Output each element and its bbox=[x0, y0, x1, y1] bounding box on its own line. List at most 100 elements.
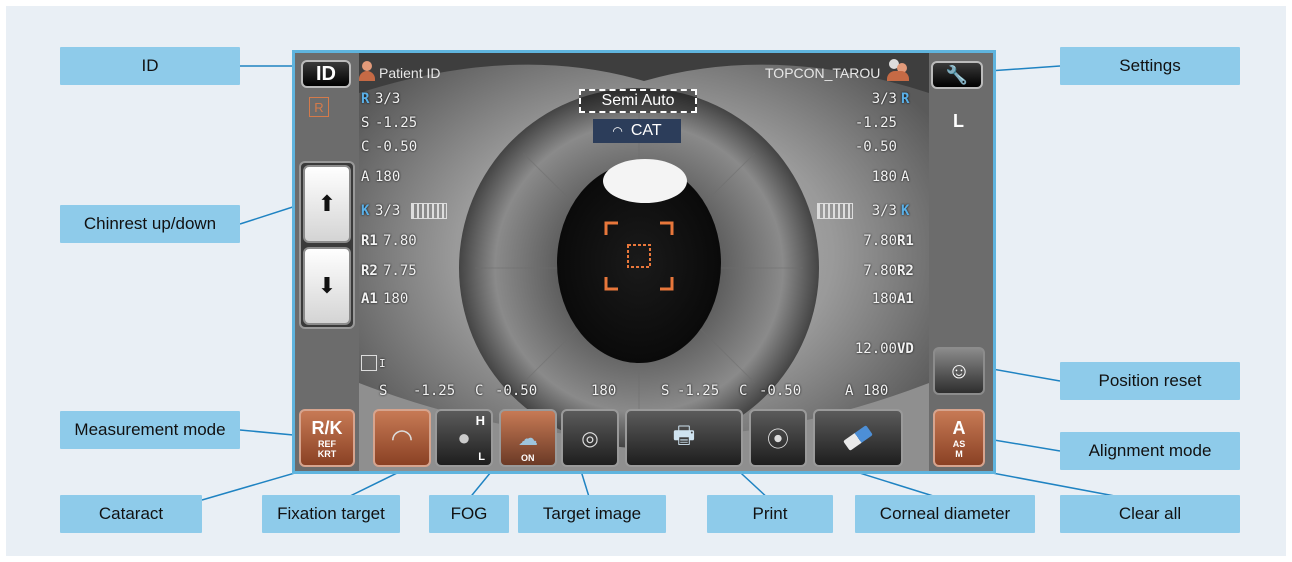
right-a-label: A bbox=[901, 169, 910, 185]
callout-corneal-diameter-label: Corneal diameter bbox=[879, 504, 1011, 523]
settings-button[interactable]: 🔧 bbox=[931, 61, 983, 89]
cataract-button[interactable]: ◠ bbox=[373, 409, 431, 467]
callout-print: Print bbox=[707, 495, 833, 533]
callout-print-label: Print bbox=[752, 504, 788, 523]
callout-measurement-mode-label: Measurement mode bbox=[74, 420, 226, 439]
callout-fixation-target: Fixation target bbox=[262, 495, 400, 533]
small-print-icon bbox=[361, 355, 377, 371]
chinrest-control: ⬆ ⬇ bbox=[299, 161, 355, 329]
callout-fog-label: FOG bbox=[450, 504, 488, 523]
chinrest-up-button[interactable]: ⬆ bbox=[303, 165, 351, 243]
callout-fixation-target-label: Fixation target bbox=[277, 504, 385, 523]
left-s-label: S bbox=[361, 115, 370, 131]
bottom-a2-value: 180 bbox=[863, 383, 889, 399]
device-screen: ID Patient ID TOPCON_TAROU 🔧 L R Semi Au… bbox=[292, 50, 996, 474]
clear-all-button[interactable] bbox=[813, 409, 903, 467]
target-image-button[interactable]: ◎ bbox=[561, 409, 619, 467]
right-a1-label: A1 bbox=[897, 291, 914, 307]
callout-cataract-label: Cataract bbox=[98, 504, 164, 523]
fog-icon: ☁ bbox=[518, 427, 538, 450]
head-position-icon: ☺ bbox=[947, 358, 971, 383]
right-r2-label: R2 bbox=[897, 263, 914, 279]
mode-label: Semi Auto bbox=[601, 92, 675, 109]
callout-clear-all: Clear all bbox=[1060, 495, 1240, 533]
callout-position-reset: Position reset bbox=[1060, 362, 1240, 400]
cat-label: CAT bbox=[630, 122, 662, 139]
bottom-a-value: 180 bbox=[591, 383, 617, 399]
left-r-label: R bbox=[361, 91, 370, 107]
small-label: I bbox=[379, 357, 386, 370]
measurement-mode-button[interactable]: R/K REF KRT bbox=[299, 409, 355, 467]
bottom-a2-label: A bbox=[845, 383, 854, 399]
left-a-value: 180 bbox=[375, 169, 401, 185]
alignment-mode-sub2: M bbox=[955, 448, 963, 459]
callout-measurement-mode: Measurement mode bbox=[60, 411, 240, 449]
fixation-target-button[interactable]: ● H L bbox=[435, 409, 493, 467]
corneal-diameter-button[interactable]: ⦿ bbox=[749, 409, 807, 467]
wrench-icon: 🔧 bbox=[945, 64, 969, 85]
print-button[interactable]: 🖶 bbox=[625, 409, 743, 467]
bottom-c-label: C bbox=[475, 383, 484, 399]
chinrest-down-button[interactable]: ⬇ bbox=[303, 247, 351, 325]
left-s-value: -1.25 bbox=[375, 115, 418, 131]
right-k-label: K bbox=[901, 203, 910, 219]
callout-id: ID bbox=[60, 47, 240, 85]
eraser-icon bbox=[843, 425, 873, 451]
operator-icon bbox=[887, 59, 911, 81]
right-kerato-graph-icon bbox=[817, 203, 853, 219]
callout-alignment-mode: Alignment mode bbox=[1060, 432, 1240, 470]
alignment-mode-button[interactable]: A AS M bbox=[933, 409, 985, 467]
eye-right-label: R bbox=[314, 99, 324, 115]
bottom-s2-value: -1.25 bbox=[677, 383, 720, 399]
callout-id-label: ID bbox=[141, 56, 159, 75]
fixation-target-icon: ● bbox=[457, 425, 471, 450]
left-r1-value: 7.80 bbox=[383, 233, 417, 249]
id-button-label: ID bbox=[316, 62, 336, 85]
measurement-mode-main: R/K bbox=[311, 417, 343, 438]
vd-label: VD bbox=[897, 341, 914, 357]
bottom-s-label: S bbox=[379, 383, 388, 399]
measurement-mode-sub2: KRT bbox=[317, 448, 337, 459]
left-kerato-graph-icon bbox=[411, 203, 447, 219]
eye-right-indicator: R bbox=[309, 97, 329, 117]
fixation-low-label: L bbox=[478, 451, 485, 463]
position-reset-button[interactable]: ☺ bbox=[933, 347, 985, 395]
right-r1-label: R1 bbox=[897, 233, 914, 249]
callout-settings: Settings bbox=[1060, 47, 1240, 85]
bottom-c-value: -0.50 bbox=[495, 383, 538, 399]
right-r-sd: 3/3 bbox=[871, 91, 897, 107]
right-c-value: -0.50 bbox=[854, 139, 897, 155]
vd-value: 12.00 bbox=[854, 341, 897, 357]
patient-id-label: Patient ID bbox=[379, 65, 441, 81]
left-a1-value: 180 bbox=[383, 291, 409, 307]
left-k-sd: 3/3 bbox=[375, 203, 401, 219]
mode-indicator: Semi Auto bbox=[579, 89, 697, 113]
left-r2-value: 7.75 bbox=[383, 263, 417, 279]
callout-target-image: Target image bbox=[518, 495, 666, 533]
cat-indicator: ◠ CAT bbox=[593, 119, 681, 143]
cataract-icon: ◠ bbox=[390, 422, 414, 453]
bottom-s2-label: S bbox=[661, 383, 670, 399]
left-r1-label: R1 bbox=[361, 233, 378, 249]
chinrest-up-icon: ⬆ bbox=[317, 191, 337, 216]
callout-position-reset-label: Position reset bbox=[1098, 371, 1202, 390]
printer-icon: 🖶 bbox=[672, 421, 696, 449]
fog-on-label: ON bbox=[521, 453, 535, 463]
left-a-label: A bbox=[361, 169, 370, 185]
callout-settings-label: Settings bbox=[1119, 56, 1181, 75]
left-c-label: C bbox=[361, 139, 370, 155]
bottom-c2-label: C bbox=[739, 383, 748, 399]
callout-chinrest-label: Chinrest up/down bbox=[83, 214, 217, 233]
right-a-value: 180 bbox=[871, 169, 897, 185]
operator-name: TOPCON_TAROU bbox=[765, 65, 881, 81]
left-k-label: K bbox=[361, 203, 370, 219]
right-r-label: R bbox=[901, 91, 910, 107]
left-r-sd: 3/3 bbox=[375, 91, 401, 107]
alignment-mode-main: A bbox=[952, 417, 966, 438]
callout-fog: FOG bbox=[429, 495, 509, 533]
id-button[interactable]: ID bbox=[301, 60, 351, 88]
chinrest-down-icon: ⬇ bbox=[317, 273, 337, 298]
bottom-readout-bar: S -1.25 C -0.50 180 S -1.25 C -0.50 A 18… bbox=[359, 381, 929, 403]
fog-button[interactable]: ☁ ON bbox=[499, 409, 557, 467]
diagram-frame: ID Settings Chinrest up/down Position re… bbox=[6, 6, 1286, 556]
